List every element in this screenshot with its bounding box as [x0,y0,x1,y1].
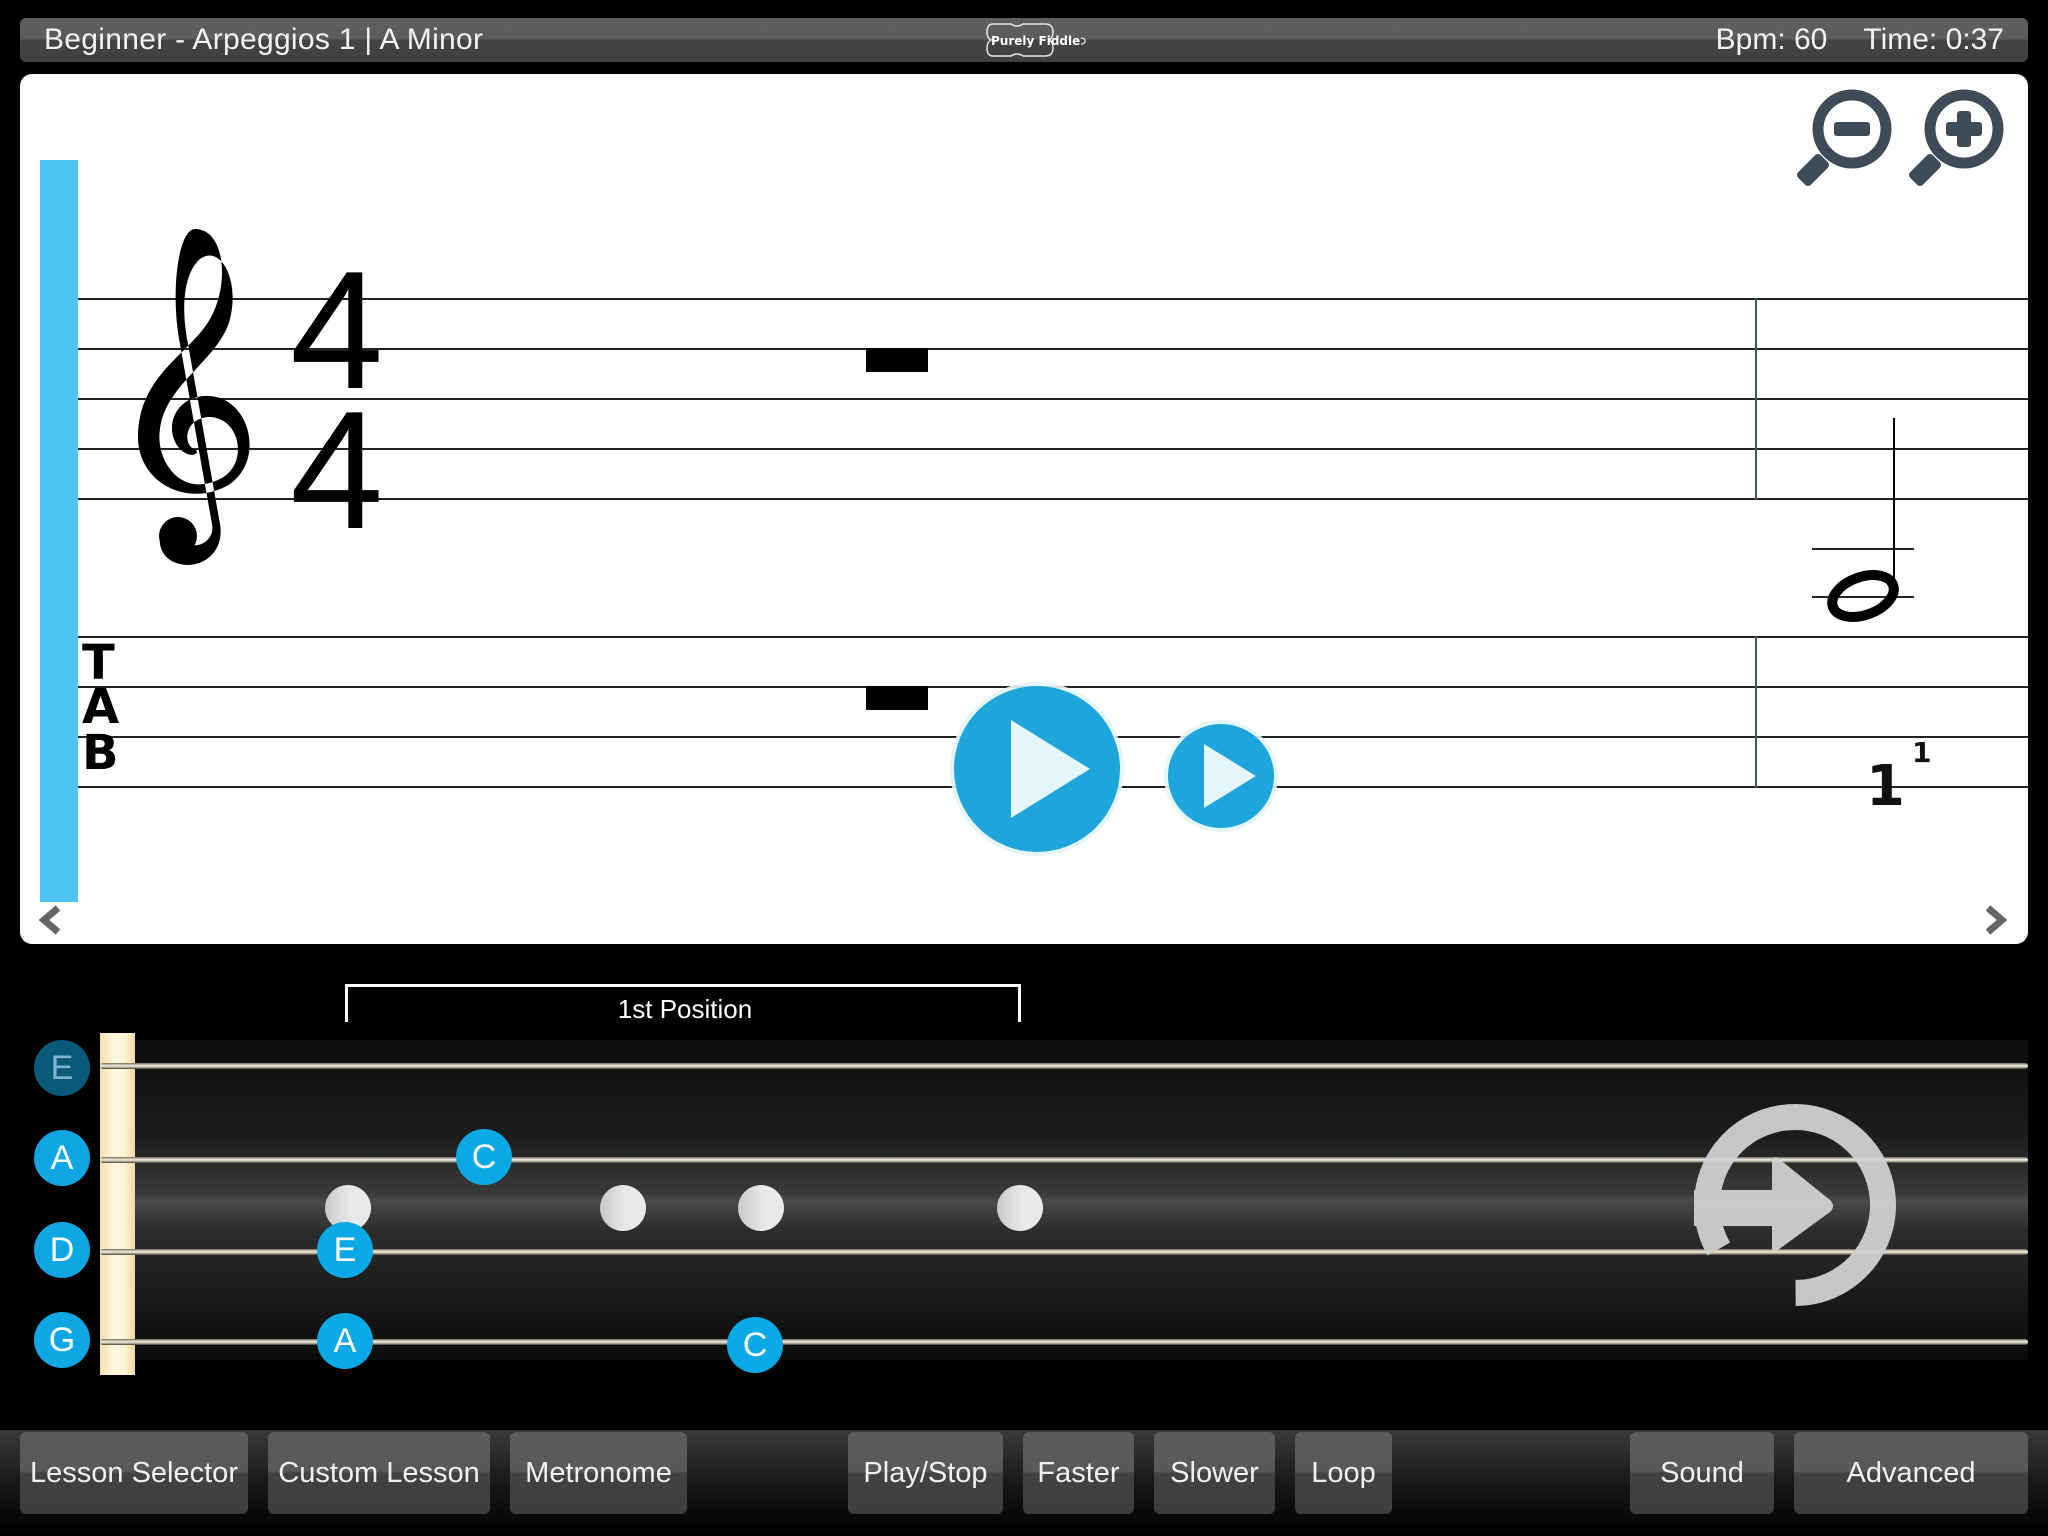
string-e [100,1063,2028,1069]
tab-rest [866,686,928,710]
advanced-button[interactable]: Advanced [1794,1432,2028,1514]
fret-marker [738,1185,784,1231]
play-stop-button[interactable]: Play/Stop [848,1432,1003,1514]
tab-fret-number: 1 [1866,754,1905,819]
barline [1755,298,1757,500]
zoom-out-button[interactable] [1792,84,1900,192]
tab-label-a: A [82,679,120,735]
fret-marker [600,1185,646,1231]
next-page-button[interactable] [1982,902,2012,938]
string-g [100,1339,2028,1345]
whole-rest [866,348,928,372]
fingerboard-nut [100,1033,135,1375]
zoom-in-button[interactable] [1904,84,2012,192]
play-icon [1011,720,1090,818]
note-marker: C [456,1129,512,1185]
string-label-e[interactable]: E [34,1040,90,1096]
string-label-d[interactable]: D [34,1222,90,1278]
ledger-line [1812,548,1914,550]
lesson-title: Beginner - Arpeggios 1 | A Minor [44,23,484,56]
treble-clef-icon [137,229,250,565]
note-marker: A [317,1313,373,1369]
metronome-button[interactable]: Metronome [510,1432,687,1514]
custom-lesson-button[interactable]: Custom Lesson [268,1432,490,1514]
faster-button[interactable]: Faster [1023,1432,1134,1514]
svg-text:Purely Fiddle: Purely Fiddle [991,34,1080,48]
tab-label-b: B [82,725,119,781]
finger-number: 1 [1912,736,1932,769]
play-slow-button[interactable] [1168,724,1274,828]
string-label-g[interactable]: G [34,1312,90,1368]
play-slow-icon [1204,744,1256,808]
time-signature-bottom: 4 [290,376,384,564]
tempo-time-readout: Bpm: 60 Time: 0:37 [1680,22,2004,58]
lesson-selector-button[interactable]: Lesson Selector [20,1432,248,1514]
purely-fiddle-logo: Purely Fiddle [986,23,1086,57]
title-bar: Beginner - Arpeggios 1 | A Minor Purely … [20,18,2028,62]
bpm-label: Bpm: 60 [1715,23,1828,56]
position-label: 1st Position [617,994,753,1024]
next-arrow-circle-icon [1694,1104,1896,1306]
previous-page-button[interactable] [34,902,64,938]
half-note-head [1827,570,1899,622]
note-marker: E [317,1222,373,1278]
time-label: Time: 0:37 [1863,23,2004,56]
note-marker: C [727,1317,783,1373]
fret-marker [997,1185,1043,1231]
score-panel[interactable]: 4 4 T A B 1 1 [20,74,2028,944]
slower-button[interactable]: Slower [1154,1432,1275,1514]
barline [1755,636,1757,788]
string-label-a[interactable]: A [34,1130,90,1186]
play-button[interactable] [954,686,1120,852]
playhead-cursor[interactable] [40,160,78,902]
tab-line [40,636,2028,638]
loop-button[interactable]: Loop [1295,1432,1392,1514]
next-lesson-button[interactable] [1690,1100,1900,1310]
sound-button[interactable]: Sound [1630,1432,1774,1514]
